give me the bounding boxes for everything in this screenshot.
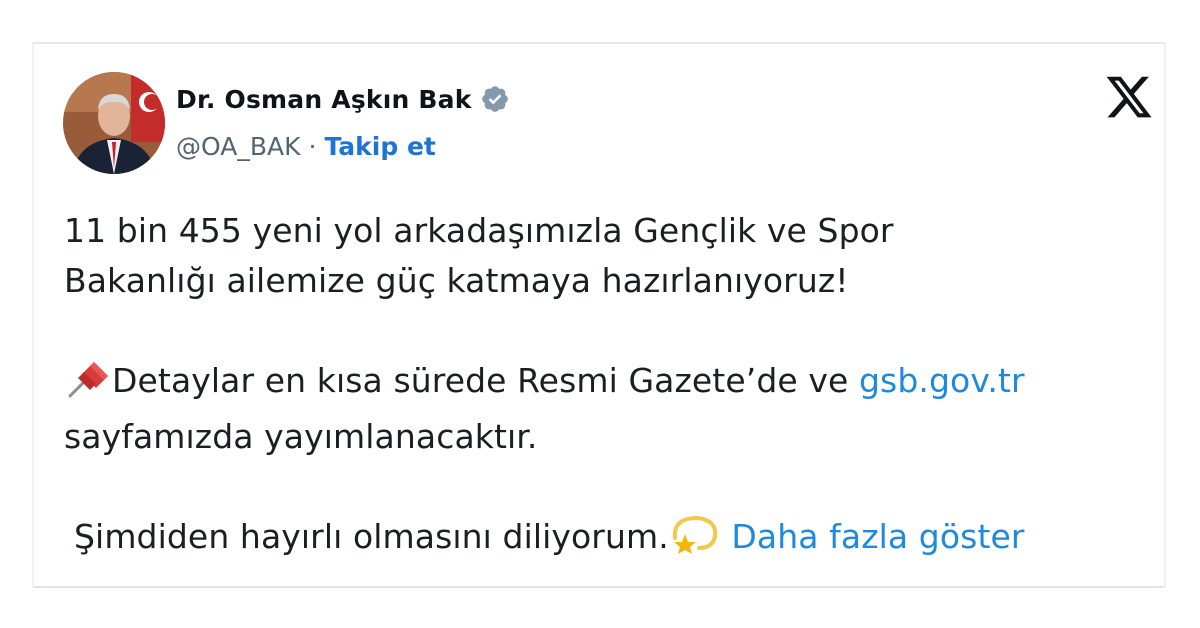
author-handle[interactable]: @OA_BAK: [176, 132, 301, 161]
tweet-line: Şimdiden hayırlı olmasını diliyorum. Dah…: [64, 512, 1144, 568]
pushpin-icon: [64, 358, 112, 412]
show-more-link[interactable]: Daha fazla göster: [731, 517, 1024, 556]
author-display-name[interactable]: Dr. Osman Aşkın Bak: [176, 85, 472, 114]
follow-button[interactable]: Takip et: [324, 132, 435, 161]
gsb-link[interactable]: gsb.gov.tr: [859, 361, 1025, 400]
tweet-line: Detaylar en kısa sürede Resmi Gazete’de …: [64, 356, 1144, 412]
tweet-line-text: Şimdiden hayırlı olmasını diliyorum.: [74, 517, 669, 556]
dizzy-star-icon: [669, 512, 721, 568]
tweet-card[interactable]: Dr. Osman Aşkın Bak @OA_BAK · Takip et 1…: [32, 42, 1166, 588]
author-handle-row: @OA_BAK · Takip et: [176, 132, 436, 161]
tweet-line-text: Detaylar en kısa sürede Resmi Gazete’de …: [112, 361, 859, 400]
separator-dot: ·: [308, 132, 317, 161]
author-avatar[interactable]: [63, 72, 165, 174]
card-bottom-border: [34, 586, 1164, 588]
x-logo-icon[interactable]: [1104, 72, 1154, 122]
tweet-text: 11 bin 455 yeni yol arkadaşımızla Gençli…: [64, 206, 1144, 568]
tweet-line: 11 bin 455 yeni yol arkadaşımızla Gençli…: [64, 211, 894, 250]
tweet-line: Bakanlığı ailemize güç katmaya hazırlanı…: [64, 261, 849, 300]
author-name-row: Dr. Osman Aşkın Bak: [176, 84, 510, 114]
tweet-line: sayfamızda yayımlanacaktır.: [64, 417, 538, 456]
verified-badge-icon: [480, 84, 510, 114]
